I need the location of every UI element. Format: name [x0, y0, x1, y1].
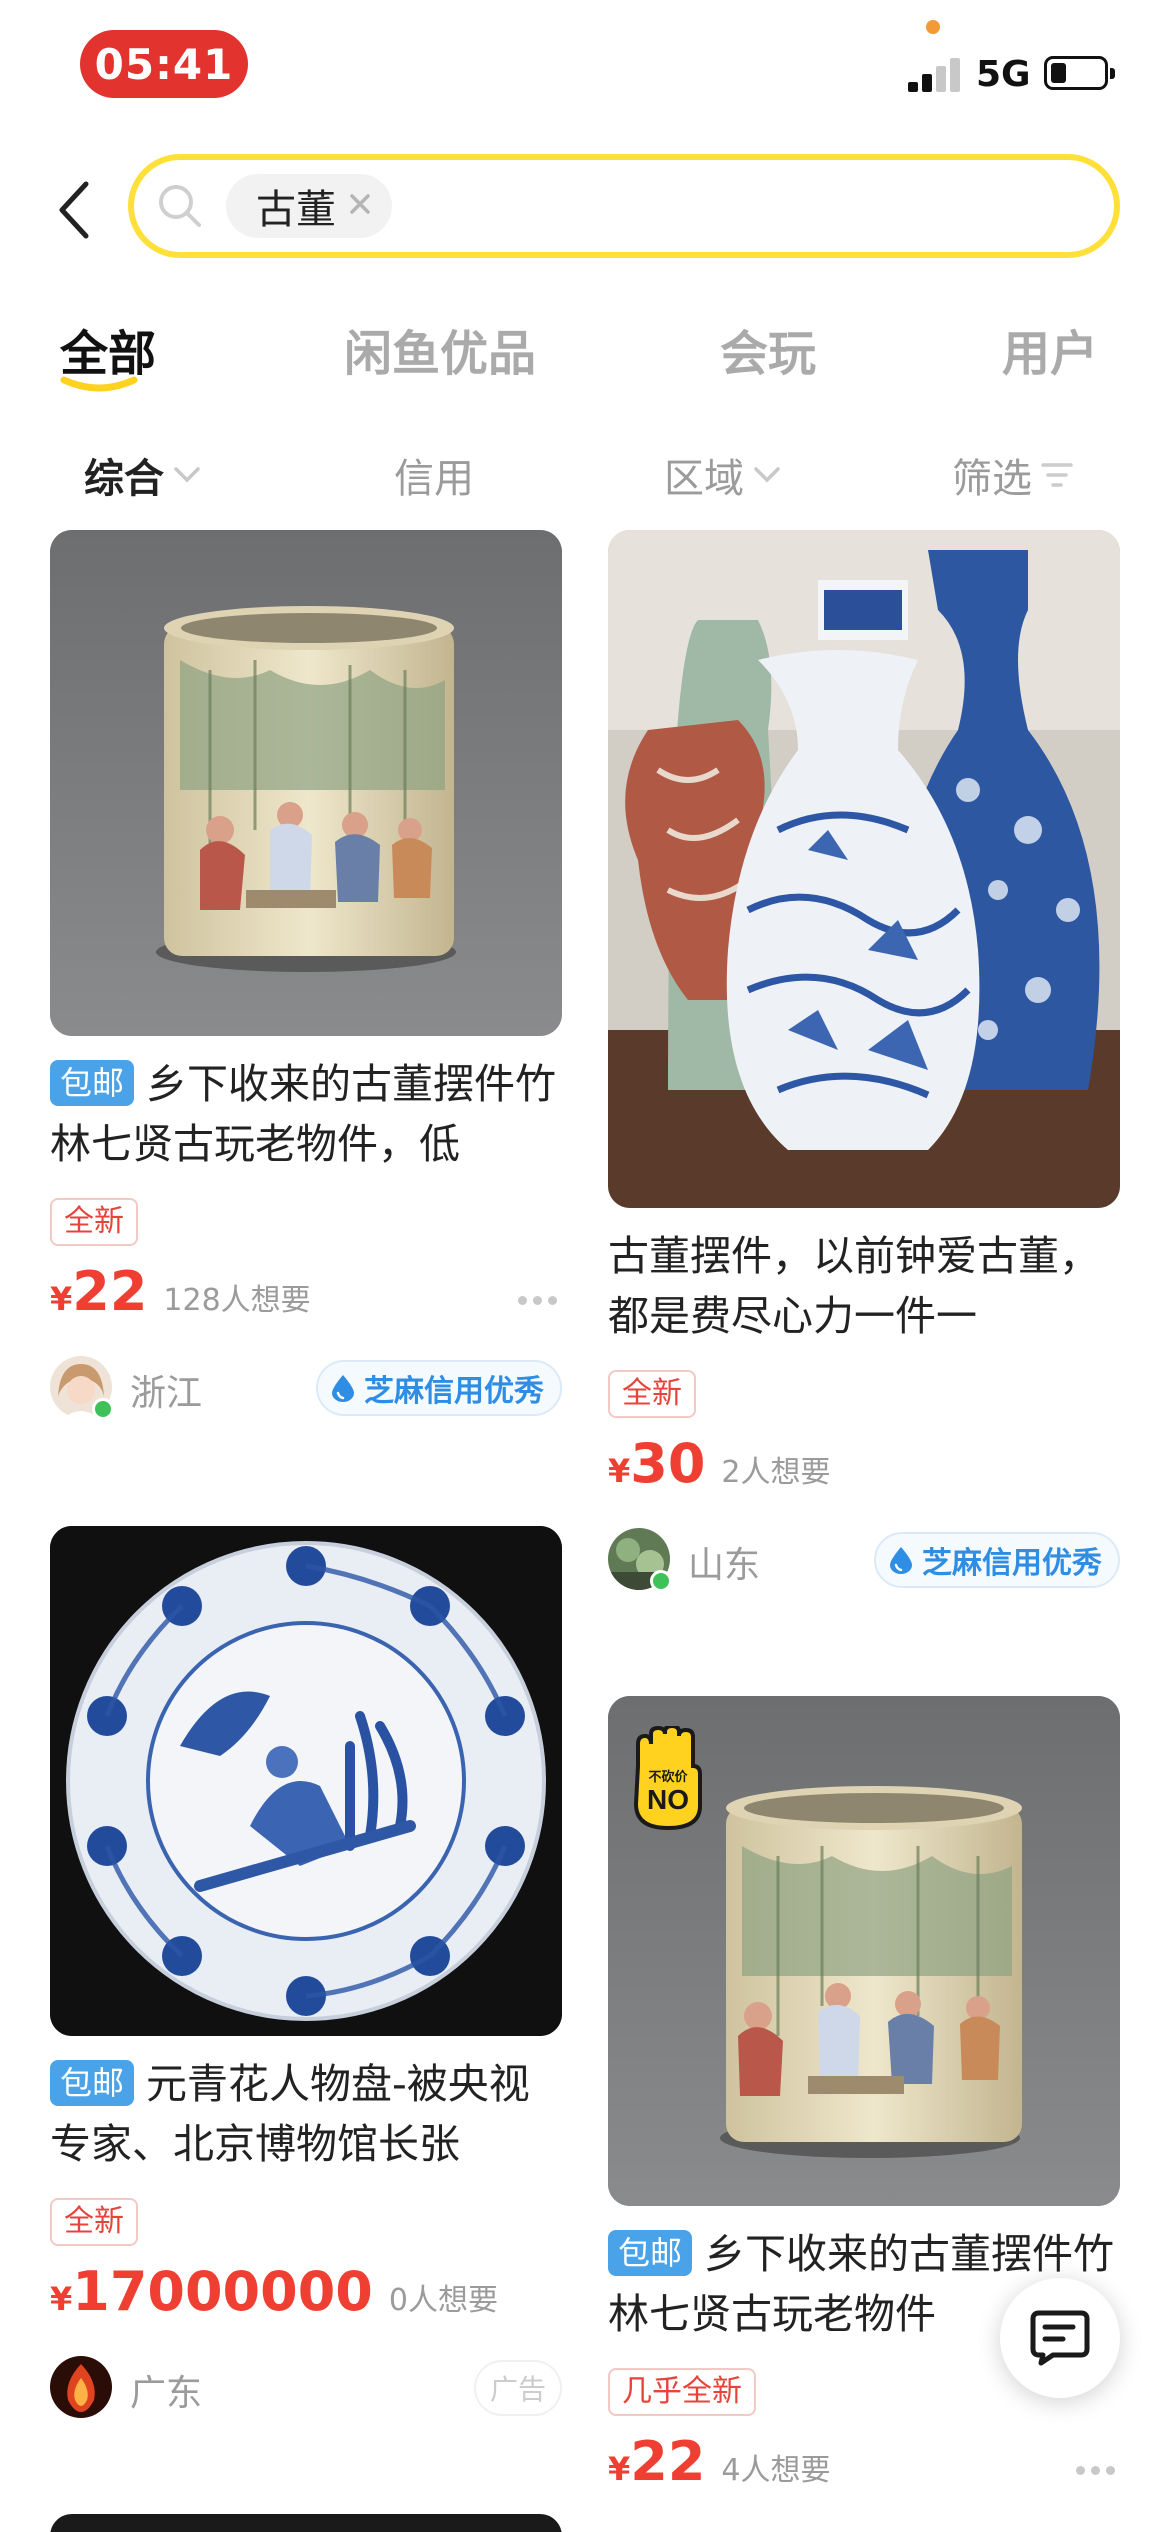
privacy-indicator-dot: [926, 20, 940, 34]
credit-badge: 芝麻信用优秀: [874, 1532, 1120, 1588]
product-image[interactable]: 不砍价 NO: [608, 1696, 1120, 2206]
filter-sort-label: 综合: [84, 456, 164, 502]
free-shipping-badge: 包邮: [608, 2230, 693, 2276]
price: ¥22: [608, 2430, 706, 2493]
no-bargain-big-text: NO: [647, 1784, 689, 1815]
product-title: 古董摆件，以前钟爱古董，都是费尽心力一件一: [608, 1232, 1100, 1340]
network-label: 5G: [976, 54, 1031, 95]
more-options-icon[interactable]: [1076, 2466, 1116, 2476]
free-shipping-badge: 包邮: [50, 2060, 135, 2106]
water-drop-icon: [890, 1547, 912, 1574]
product-card[interactable]: 古董摆件，以前钟爱古董，都是费尽心力一件一 全新 ¥30 2人想要 山东 芝麻信…: [608, 530, 1120, 1598]
seller-region: 山东: [688, 1545, 761, 1586]
filter-icon: [1041, 463, 1073, 487]
ad-label: 广告: [473, 2360, 562, 2416]
chevron-down-icon: [754, 467, 780, 483]
product-card[interactable]: 包邮 乡下收来的古董摆件竹林七贤古玩老物件，低 全新 ¥22 128人想要 浙江 …: [50, 530, 562, 1426]
filter-credit-label: 信用: [394, 456, 474, 502]
product-card[interactable]: 包邮 元青花人物盘-被央视专家、北京博物馆长张 全新 ¥17000000 0人想要…: [50, 1526, 562, 2426]
next-product-card-peek: [50, 2514, 562, 2532]
online-indicator: [92, 1398, 114, 1420]
tab-fun[interactable]: 会玩: [720, 314, 816, 384]
water-drop-icon: [332, 1375, 354, 1402]
porcelain-brush-pot-image: [50, 530, 562, 1036]
want-count: 128人想要: [163, 1283, 311, 1318]
battery-icon: [1044, 56, 1115, 90]
tab-active-indicator: [60, 376, 138, 392]
tab-all[interactable]: 全部: [60, 314, 156, 384]
no-bargain-badge: 不砍价 NO: [632, 1726, 704, 1830]
close-icon[interactable]: [346, 190, 374, 218]
filter-sort[interactable]: 综合: [84, 446, 202, 504]
tab-users[interactable]: 用户: [1002, 314, 1098, 384]
filter-more[interactable]: 筛选: [952, 446, 1074, 504]
avatar[interactable]: [50, 2356, 112, 2418]
chevron-down-icon: [174, 467, 200, 483]
blue-white-vases-image: [608, 530, 1120, 1208]
chat-edit-icon: [1030, 2310, 1090, 2366]
search-input[interactable]: 古董: [128, 154, 1120, 258]
condition-badge: 全新: [608, 1370, 696, 1418]
condition-badge: 几乎全新: [608, 2368, 756, 2416]
status-time: 05:41: [80, 30, 248, 98]
search-keyword: 古董: [256, 187, 336, 233]
filter-region[interactable]: 区域: [664, 446, 782, 504]
blue-white-plate-image: [50, 1526, 562, 2036]
no-bargain-small-text: 不砍价: [648, 1770, 688, 1785]
want-count: 4人想要: [721, 2453, 831, 2488]
credit-badge: 芝麻信用优秀: [316, 1360, 562, 1416]
chat-fab-button[interactable]: [1000, 2278, 1120, 2398]
online-indicator: [650, 1570, 672, 1592]
signal-icon: [908, 56, 962, 92]
price: ¥22: [50, 1260, 148, 1323]
back-button[interactable]: [44, 170, 104, 250]
more-options-icon[interactable]: [518, 1296, 558, 1306]
product-image[interactable]: [50, 530, 562, 1036]
seller-region: 浙江: [130, 1373, 203, 1414]
credit-label: 芝麻信用优秀: [364, 1374, 544, 1409]
price: ¥30: [608, 1432, 706, 1495]
condition-badge: 全新: [50, 2198, 138, 2246]
condition-badge: 全新: [50, 1198, 138, 1246]
filter-region-label: 区域: [664, 456, 744, 502]
filter-more-label: 筛选: [952, 456, 1032, 502]
credit-label: 芝麻信用优秀: [922, 1546, 1102, 1581]
search-icon: [159, 185, 201, 227]
want-count: 2人想要: [721, 1455, 831, 1490]
product-image[interactable]: [608, 530, 1120, 1208]
chevron-left-icon: [59, 181, 89, 239]
filter-credit[interactable]: 信用: [394, 446, 474, 504]
product-image[interactable]: [50, 1526, 562, 2036]
tab-premium[interactable]: 闲鱼优品: [344, 314, 536, 384]
seller-region: 广东: [130, 2373, 203, 2414]
free-shipping-badge: 包邮: [50, 1060, 135, 1106]
price: ¥17000000: [50, 2260, 373, 2323]
want-count: 0人想要: [388, 2283, 498, 2318]
search-keyword-chip[interactable]: 古董: [226, 174, 392, 238]
